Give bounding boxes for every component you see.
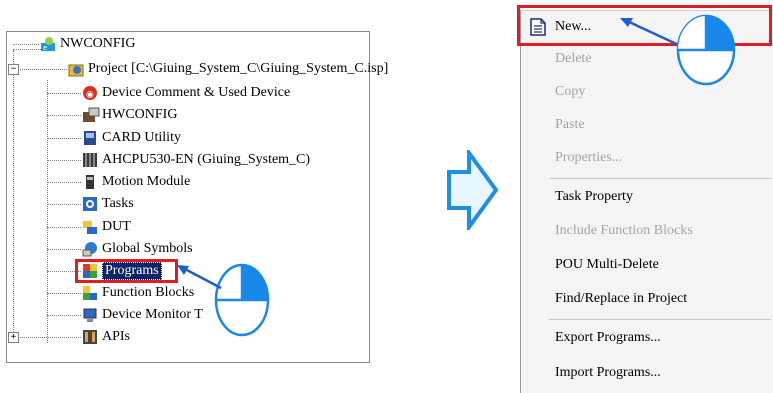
function-blocks-icon [82,285,98,301]
tree-item-label: CARD Utility [102,130,181,145]
menu-item-properties-label: Properties... [555,150,623,165]
tree-line-root-vertical [13,74,14,332]
card-utility-icon [82,130,98,146]
tree-item-label: Device Comment & Used Device [102,85,291,100]
programs-highlight-box [75,259,178,283]
tree-item-label: NWCONFIG [60,36,136,51]
menu-separator [549,319,771,320]
menu-item-find-replace[interactable]: Find/Replace in Project [521,284,773,314]
tree-item-label: Device Monitor T [102,307,203,322]
tree-line-root [13,50,14,64]
tree-item-global-symbols[interactable]: Global Symbols [82,239,193,259]
tree-item-nwconfig[interactable]: e NWCONFIG [40,34,135,54]
nwconfig-icon: e [40,36,56,52]
tree-connector [47,249,81,250]
menu-item-find-replace-label: Find/Replace in Project [555,291,688,306]
tree-connector [47,182,81,183]
tree-item-apis[interactable]: APIs [82,327,130,347]
tree-connector [47,227,81,228]
menu-item-pou-multi-delete[interactable]: POU Multi-Delete [521,250,773,280]
tree-item-label: DUT [102,219,131,234]
tasks-icon [82,196,98,212]
tree-item-hwconfig[interactable]: HWCONFIG [82,105,177,125]
device-monitor-icon [82,307,98,323]
tree-connector [47,315,81,316]
motion-module-icon [82,174,98,190]
tree-item-tasks[interactable]: Tasks [82,194,134,214]
menu-separator [549,178,771,179]
tree-connector [47,115,81,116]
tree-item-device-comment[interactable]: ◉ Device Comment & Used Device [82,83,290,103]
step-arrow-icon [447,150,499,230]
menu-item-delete-label: Delete [555,51,592,66]
cpu-icon [82,152,98,168]
tree-item-label: APIs [102,329,131,344]
menu-item-copy-label: Copy [555,84,586,99]
menu-item-import-programs-label: Import Programs... [555,365,661,380]
global-symbols-icon [82,241,98,257]
menu-item-import-programs[interactable]: Import Programs... [521,358,773,388]
dut-icon [82,219,98,235]
menu-item-task-property-label: Task Property [555,189,633,204]
menu-item-paste[interactable]: Paste [521,110,773,140]
pointer-arrow-left [177,265,222,290]
tree-connector [47,204,81,205]
tree-connector [47,293,81,294]
mouse-left-click-icon [676,14,736,91]
tree-connector [47,138,81,139]
device-comment-icon: ◉ [82,85,98,101]
hwconfig-icon [82,107,100,123]
tree-item-dut[interactable]: DUT [82,217,131,237]
menu-item-include-function-blocks-label: Include Function Blocks [555,223,693,238]
tree-item-label: Global Symbols [102,241,193,256]
tree-connector [47,160,81,161]
menu-item-export-programs[interactable]: Export Programs... [521,323,773,353]
tree-item-label: Tasks [102,196,134,211]
tree-item-label: AHCPU530-EN (Giuing_System_C) [102,152,311,167]
menu-item-paste-label: Paste [555,117,585,132]
tree-connector [47,93,81,94]
tree-item-device-monitor[interactable]: Device Monitor T [82,305,203,325]
tree-item-cpu[interactable]: AHCPU530-EN (Giuing_System_C) [82,150,310,170]
tree-item-label: Project [C:\Giuing_System_C\Giuing_Syste… [88,61,389,76]
svg-text:◉: ◉ [86,90,94,100]
tree-item-project[interactable]: Project [C:\Giuing_System_C\Giuing_Syste… [68,59,388,79]
tree-item-label: Motion Module [102,174,191,189]
menu-item-pou-multi-delete-label: POU Multi-Delete [555,257,659,272]
svg-text:e: e [43,44,47,52]
expand-toggle-icon[interactable]: + [8,332,19,343]
menu-item-properties[interactable]: Properties... [521,143,773,173]
tree-item-card-utility[interactable]: CARD Utility [82,128,181,148]
tree-item-label: HWCONFIG [102,107,178,122]
tree-connector [13,337,81,338]
tree-connector [13,69,67,70]
apis-icon [82,329,98,345]
menu-item-task-property[interactable]: Task Property [521,182,773,212]
tree-line-project-children [47,80,48,343]
menu-item-include-function-blocks[interactable]: Include Function Blocks [521,216,773,246]
tree-line-nwconfig [13,49,43,50]
tree-connector [13,44,39,45]
menu-item-export-programs-label: Export Programs... [555,330,661,345]
project-icon [68,61,84,77]
tree-item-motion-module[interactable]: Motion Module [82,172,190,192]
